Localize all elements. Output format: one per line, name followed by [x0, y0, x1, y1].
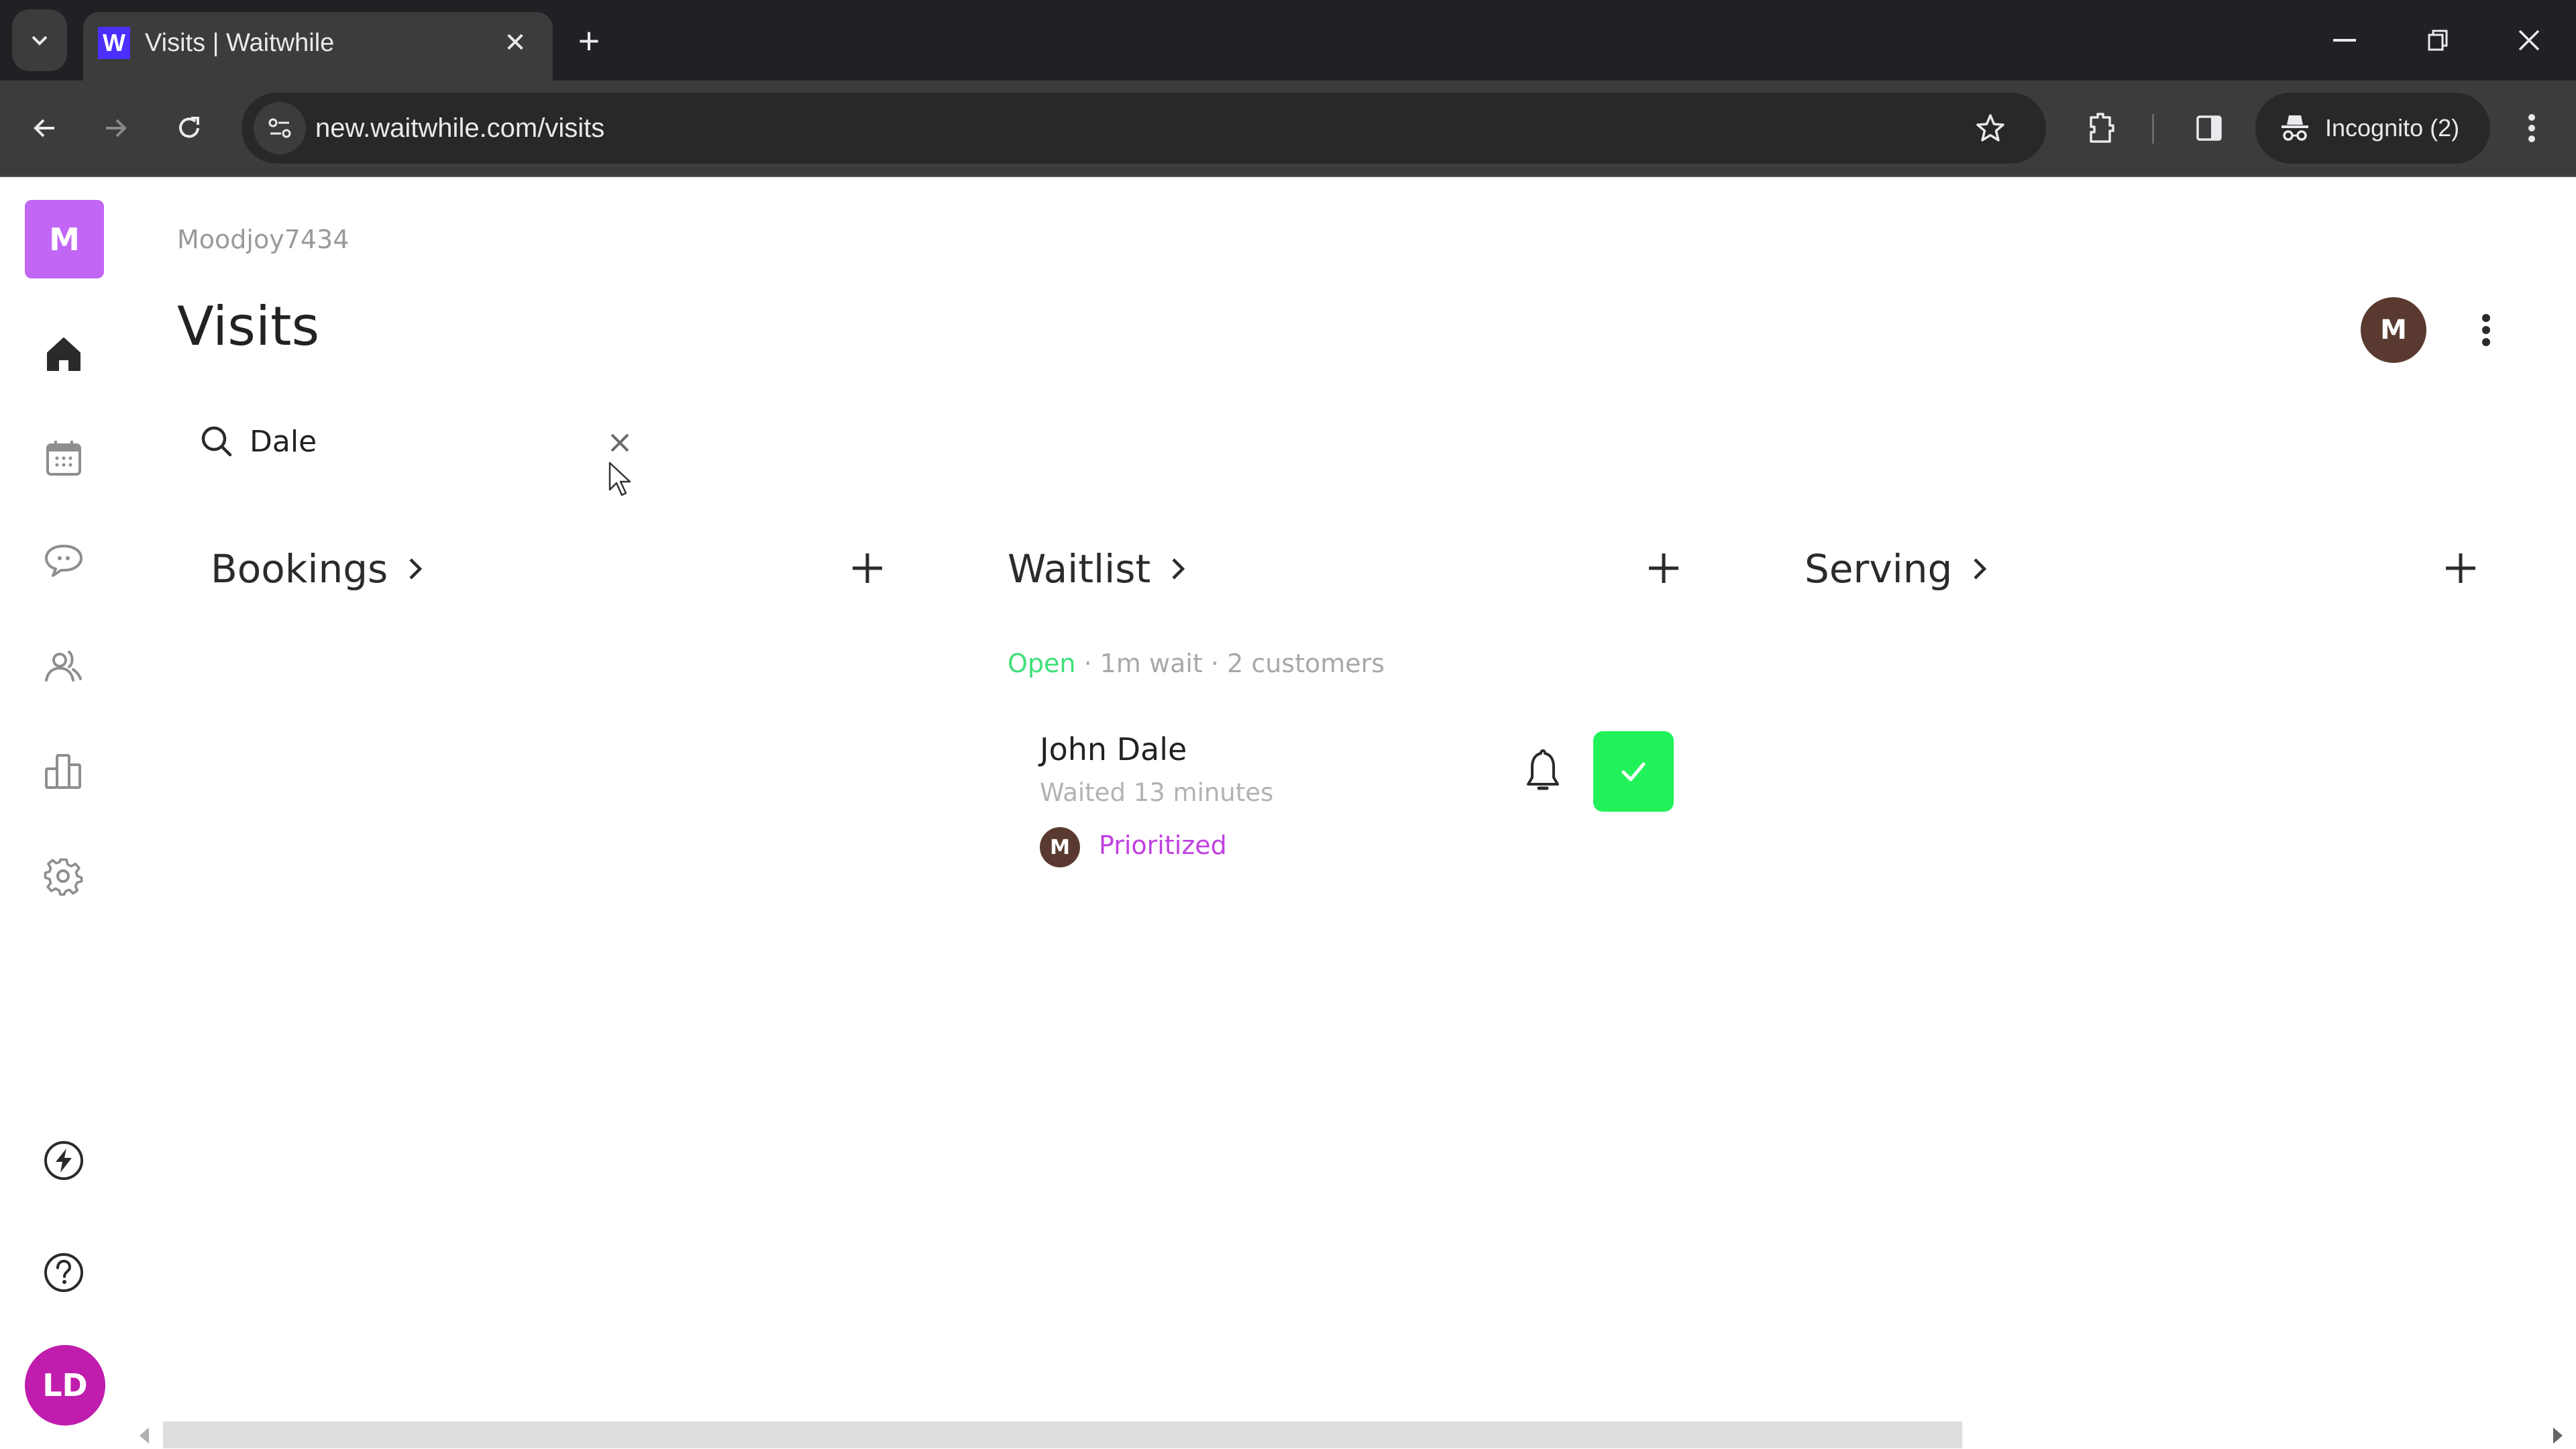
sidebar-item-analytics[interactable]	[37, 745, 91, 798]
arrow-left-icon	[34, 119, 54, 138]
kebab-menu-icon	[2528, 114, 2535, 142]
sidebar-item-customers[interactable]	[37, 640, 91, 694]
puzzle-icon	[2090, 113, 2114, 143]
waitlist-status: Open · 1m wait · 2 customers	[1008, 649, 1385, 678]
chevron-down-icon	[32, 36, 48, 46]
visitor-tag: Prioritized	[1099, 830, 1227, 860]
check-icon	[1621, 762, 1646, 782]
gear-icon	[44, 858, 83, 896]
close-icon	[610, 433, 629, 452]
bookmark-button[interactable]	[1966, 103, 2015, 153]
browser-menu-button[interactable]	[2507, 103, 2557, 153]
forward-button[interactable]	[91, 103, 140, 153]
incognito-label: Incognito (2)	[2325, 114, 2460, 142]
sidebar-item-messages[interactable]	[37, 534, 91, 588]
add-waitlist-button[interactable]	[1642, 547, 1685, 590]
incognito-icon	[2282, 115, 2308, 141]
page-menu-button[interactable]	[2469, 303, 2504, 357]
star-icon	[1976, 114, 2004, 142]
window-restore-button[interactable]	[2412, 13, 2465, 67]
window-close-button[interactable]	[2502, 13, 2556, 67]
column-header-serving[interactable]: Serving	[1805, 540, 1990, 598]
visitor-name[interactable]: John Dale	[1040, 731, 1187, 767]
side-panel-icon	[2196, 115, 2222, 141]
search-input[interactable]	[250, 417, 585, 466]
serve-button[interactable]	[1593, 731, 1674, 812]
browser-tab-active[interactable]: W Visits | Waitwhile ✕	[83, 12, 553, 80]
kebab-menu-icon	[2482, 314, 2490, 346]
waitlist-details: · 1m wait · 2 customers	[1075, 649, 1385, 678]
horizontal-scrollbar[interactable]	[134, 1415, 2576, 1449]
site-info-button[interactable]	[254, 102, 306, 154]
reload-button[interactable]	[164, 103, 214, 153]
minimize-icon	[2333, 39, 2356, 42]
column-title: Bookings	[211, 546, 388, 592]
chevron-right-icon	[1974, 558, 1987, 580]
bell-icon	[1527, 749, 1559, 790]
tab-title: Visits | Waitwhile	[145, 29, 335, 57]
scrollbar-thumb[interactable]	[163, 1421, 1962, 1448]
extensions-button[interactable]	[2077, 103, 2127, 153]
calendar-icon	[46, 441, 81, 476]
page-title: Visits	[177, 295, 320, 358]
whats-new-button[interactable]	[37, 1134, 91, 1187]
arrow-right-icon	[106, 119, 127, 138]
column-header-waitlist[interactable]: Waitlist	[1008, 540, 1188, 598]
reload-icon	[179, 117, 199, 138]
bar-chart-icon	[45, 754, 81, 789]
tune-icon	[268, 118, 291, 138]
scroll-right-arrow-icon[interactable]	[2553, 1428, 2563, 1444]
restore-icon	[2428, 30, 2448, 51]
lightning-icon	[44, 1141, 83, 1180]
column-header-bookings[interactable]: Bookings	[211, 540, 425, 598]
help-button[interactable]	[37, 1246, 91, 1299]
toolbar-divider	[2152, 114, 2154, 144]
browser-tab-bar: W Visits | Waitwhile ✕ +	[0, 0, 2576, 80]
add-booking-button[interactable]	[846, 547, 889, 590]
close-icon	[2518, 30, 2540, 51]
help-icon	[44, 1253, 83, 1292]
user-avatar[interactable]: LD	[25, 1345, 105, 1426]
browser-toolbar: new.waitwhile.com/visits Incognito (2)	[0, 80, 2576, 177]
new-tab-button[interactable]: +	[569, 19, 609, 62]
address-bar[interactable]: new.waitwhile.com/visits	[241, 93, 2046, 164]
mouse-cursor-icon	[608, 462, 631, 496]
plus-icon	[853, 553, 882, 583]
location-avatar[interactable]: M	[2361, 297, 2426, 363]
tab-close-icon[interactable]: ✕	[498, 25, 533, 60]
column-title: Serving	[1805, 546, 1953, 592]
chevron-right-icon	[1172, 558, 1185, 580]
plus-icon	[2446, 553, 2475, 583]
sidebar-item-settings[interactable]	[37, 851, 91, 904]
plus-icon	[1649, 553, 1678, 583]
waitlist-open-status: Open	[1008, 649, 1076, 678]
chat-bubble-icon	[45, 545, 83, 577]
org-logo[interactable]: M	[25, 200, 104, 278]
sidebar-item-calendar[interactable]	[37, 431, 91, 485]
url-text[interactable]: new.waitwhile.com/visits	[315, 93, 604, 164]
incognito-indicator[interactable]: Incognito (2)	[2255, 93, 2490, 164]
side-panel-button[interactable]	[2184, 103, 2234, 153]
tab-search-button[interactable]	[12, 9, 67, 71]
back-button[interactable]	[20, 103, 70, 153]
notify-button[interactable]	[1519, 745, 1566, 798]
sidebar-item-home[interactable]	[37, 327, 91, 381]
add-serving-button[interactable]	[2439, 547, 2482, 590]
window-minimize-button[interactable]	[2318, 13, 2371, 67]
home-icon	[47, 337, 80, 371]
search-icon	[198, 423, 235, 460]
visitor-wait-time: Waited 13 minutes	[1040, 778, 1274, 807]
staff-avatar: M	[1040, 827, 1080, 867]
scroll-left-arrow-icon[interactable]	[140, 1428, 149, 1444]
waitwhile-favicon-icon: W	[98, 27, 130, 59]
chevron-right-icon	[409, 558, 423, 580]
people-icon	[45, 651, 82, 682]
clear-search-button[interactable]	[602, 425, 637, 460]
org-name: Moodjoy7434	[177, 225, 350, 254]
column-title: Waitlist	[1008, 546, 1151, 592]
